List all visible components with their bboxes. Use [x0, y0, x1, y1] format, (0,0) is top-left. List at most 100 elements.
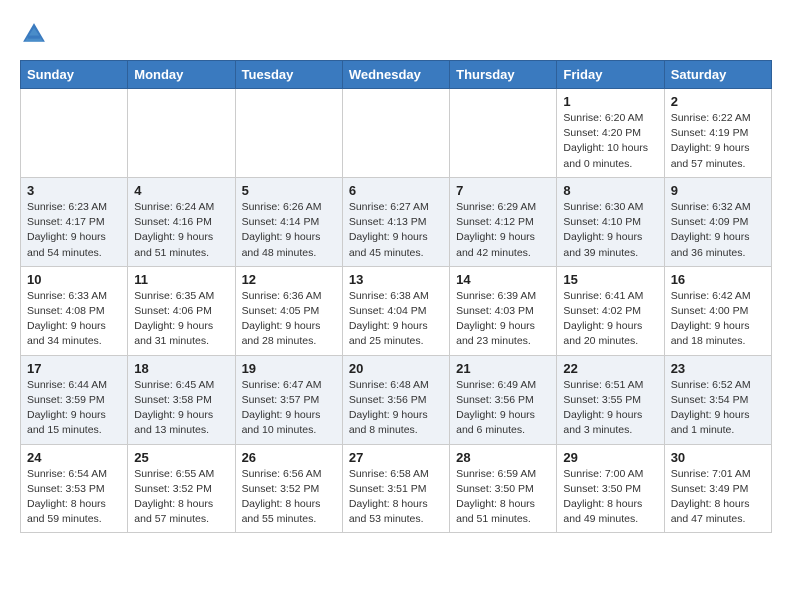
calendar-cell: 3 Sunrise: 6:23 AM Sunset: 4:17 PM Daylig…: [21, 177, 128, 266]
day-number: 4: [134, 183, 228, 198]
day-number: 22: [563, 361, 657, 376]
calendar-cell: [21, 89, 128, 178]
day-info: Sunrise: 6:41 AM Sunset: 4:02 PM Dayligh…: [563, 289, 657, 350]
calendar-cell: 23 Sunrise: 6:52 AM Sunset: 3:54 PM Dayli…: [664, 355, 771, 444]
day-info: Sunrise: 6:27 AM Sunset: 4:13 PM Dayligh…: [349, 200, 443, 261]
calendar-cell: [128, 89, 235, 178]
day-info: Sunrise: 6:44 AM Sunset: 3:59 PM Dayligh…: [27, 378, 121, 439]
day-number: 2: [671, 94, 765, 109]
day-info: Sunrise: 6:58 AM Sunset: 3:51 PM Dayligh…: [349, 467, 443, 528]
calendar-cell: 29Sunrise: 7:00 AM Sunset: 3:50 PM Dayli…: [557, 444, 664, 533]
day-number: 21: [456, 361, 550, 376]
day-number: 10: [27, 272, 121, 287]
week-row-4: 24 Sunrise: 6:54 AM Sunset: 3:53 PM Dayli…: [21, 444, 772, 533]
calendar-cell: 30 Sunrise: 7:01 AM Sunset: 3:49 PM Dayli…: [664, 444, 771, 533]
day-info: Sunrise: 6:49 AM Sunset: 3:56 PM Dayligh…: [456, 378, 550, 439]
day-info: Sunrise: 6:22 AM Sunset: 4:19 PM Dayligh…: [671, 111, 765, 172]
day-info: Sunrise: 7:01 AM Sunset: 3:49 PM Dayligh…: [671, 467, 765, 528]
day-number: 15: [563, 272, 657, 287]
calendar: SundayMondayTuesdayWednesdayThursdayFrid…: [20, 60, 772, 533]
day-info: Sunrise: 6:33 AM Sunset: 4:08 PM Dayligh…: [27, 289, 121, 350]
calendar-cell: 6 Sunrise: 6:27 AM Sunset: 4:13 PM Daylig…: [342, 177, 449, 266]
calendar-header-row: SundayMondayTuesdayWednesdayThursdayFrid…: [21, 61, 772, 89]
calendar-cell: [450, 89, 557, 178]
page: SundayMondayTuesdayWednesdayThursdayFrid…: [0, 0, 792, 549]
day-number: 13: [349, 272, 443, 287]
day-number: 19: [242, 361, 336, 376]
calendar-cell: 13 Sunrise: 6:38 AM Sunset: 4:04 PM Dayli…: [342, 266, 449, 355]
week-row-0: 1 Sunrise: 6:20 AM Sunset: 4:20 PM Daylig…: [21, 89, 772, 178]
day-info: Sunrise: 6:52 AM Sunset: 3:54 PM Dayligh…: [671, 378, 765, 439]
day-number: 3: [27, 183, 121, 198]
calendar-cell: 14Sunrise: 6:39 AM Sunset: 4:03 PM Dayli…: [450, 266, 557, 355]
header: [20, 16, 772, 48]
calendar-cell: 7Sunrise: 6:29 AM Sunset: 4:12 PM Daylig…: [450, 177, 557, 266]
calendar-cell: 2 Sunrise: 6:22 AM Sunset: 4:19 PM Daylig…: [664, 89, 771, 178]
calendar-cell: 22Sunrise: 6:51 AM Sunset: 3:55 PM Dayli…: [557, 355, 664, 444]
week-row-2: 10 Sunrise: 6:33 AM Sunset: 4:08 PM Dayli…: [21, 266, 772, 355]
day-number: 6: [349, 183, 443, 198]
day-number: 20: [349, 361, 443, 376]
calendar-cell: 12 Sunrise: 6:36 AM Sunset: 4:05 PM Dayli…: [235, 266, 342, 355]
day-number: 25: [134, 450, 228, 465]
day-info: Sunrise: 6:35 AM Sunset: 4:06 PM Dayligh…: [134, 289, 228, 350]
day-info: Sunrise: 6:54 AM Sunset: 3:53 PM Dayligh…: [27, 467, 121, 528]
day-info: Sunrise: 6:36 AM Sunset: 4:05 PM Dayligh…: [242, 289, 336, 350]
week-row-3: 17 Sunrise: 6:44 AM Sunset: 3:59 PM Dayli…: [21, 355, 772, 444]
day-number: 23: [671, 361, 765, 376]
day-info: Sunrise: 6:32 AM Sunset: 4:09 PM Dayligh…: [671, 200, 765, 261]
day-number: 28: [456, 450, 550, 465]
day-info: Sunrise: 6:42 AM Sunset: 4:00 PM Dayligh…: [671, 289, 765, 350]
week-row-1: 3 Sunrise: 6:23 AM Sunset: 4:17 PM Daylig…: [21, 177, 772, 266]
calendar-cell: 28 Sunrise: 6:59 AM Sunset: 3:50 PM Dayli…: [450, 444, 557, 533]
day-number: 30: [671, 450, 765, 465]
calendar-cell: 25Sunrise: 6:55 AM Sunset: 3:52 PM Dayli…: [128, 444, 235, 533]
day-info: Sunrise: 6:47 AM Sunset: 3:57 PM Dayligh…: [242, 378, 336, 439]
day-number: 9: [671, 183, 765, 198]
calendar-cell: 11Sunrise: 6:35 AM Sunset: 4:06 PM Dayli…: [128, 266, 235, 355]
day-info: Sunrise: 6:29 AM Sunset: 4:12 PM Dayligh…: [456, 200, 550, 261]
day-header-wednesday: Wednesday: [342, 61, 449, 89]
calendar-cell: 8Sunrise: 6:30 AM Sunset: 4:10 PM Daylig…: [557, 177, 664, 266]
day-info: Sunrise: 6:38 AM Sunset: 4:04 PM Dayligh…: [349, 289, 443, 350]
day-number: 16: [671, 272, 765, 287]
calendar-cell: 17 Sunrise: 6:44 AM Sunset: 3:59 PM Dayli…: [21, 355, 128, 444]
day-header-saturday: Saturday: [664, 61, 771, 89]
calendar-cell: 9 Sunrise: 6:32 AM Sunset: 4:09 PM Daylig…: [664, 177, 771, 266]
day-number: 12: [242, 272, 336, 287]
day-info: Sunrise: 6:59 AM Sunset: 3:50 PM Dayligh…: [456, 467, 550, 528]
day-header-sunday: Sunday: [21, 61, 128, 89]
day-header-monday: Monday: [128, 61, 235, 89]
calendar-cell: 4 Sunrise: 6:24 AM Sunset: 4:16 PM Daylig…: [128, 177, 235, 266]
day-info: Sunrise: 6:20 AM Sunset: 4:20 PM Dayligh…: [563, 111, 657, 172]
day-info: Sunrise: 6:23 AM Sunset: 4:17 PM Dayligh…: [27, 200, 121, 261]
day-number: 24: [27, 450, 121, 465]
day-info: Sunrise: 6:56 AM Sunset: 3:52 PM Dayligh…: [242, 467, 336, 528]
calendar-cell: 27 Sunrise: 6:58 AM Sunset: 3:51 PM Dayli…: [342, 444, 449, 533]
calendar-cell: 5Sunrise: 6:26 AM Sunset: 4:14 PM Daylig…: [235, 177, 342, 266]
day-info: Sunrise: 6:30 AM Sunset: 4:10 PM Dayligh…: [563, 200, 657, 261]
day-number: 5: [242, 183, 336, 198]
logo-icon: [20, 20, 48, 48]
calendar-cell: 26Sunrise: 6:56 AM Sunset: 3:52 PM Dayli…: [235, 444, 342, 533]
calendar-cell: [342, 89, 449, 178]
day-number: 17: [27, 361, 121, 376]
day-header-tuesday: Tuesday: [235, 61, 342, 89]
day-info: Sunrise: 6:45 AM Sunset: 3:58 PM Dayligh…: [134, 378, 228, 439]
day-info: Sunrise: 6:24 AM Sunset: 4:16 PM Dayligh…: [134, 200, 228, 261]
day-info: Sunrise: 7:00 AM Sunset: 3:50 PM Dayligh…: [563, 467, 657, 528]
calendar-cell: 19 Sunrise: 6:47 AM Sunset: 3:57 PM Dayli…: [235, 355, 342, 444]
day-header-friday: Friday: [557, 61, 664, 89]
day-number: 27: [349, 450, 443, 465]
calendar-cell: 15 Sunrise: 6:41 AM Sunset: 4:02 PM Dayli…: [557, 266, 664, 355]
day-info: Sunrise: 6:48 AM Sunset: 3:56 PM Dayligh…: [349, 378, 443, 439]
calendar-cell: 24 Sunrise: 6:54 AM Sunset: 3:53 PM Dayli…: [21, 444, 128, 533]
calendar-cell: 16 Sunrise: 6:42 AM Sunset: 4:00 PM Dayli…: [664, 266, 771, 355]
day-number: 1: [563, 94, 657, 109]
calendar-cell: [235, 89, 342, 178]
day-header-thursday: Thursday: [450, 61, 557, 89]
calendar-cell: 1 Sunrise: 6:20 AM Sunset: 4:20 PM Daylig…: [557, 89, 664, 178]
day-number: 14: [456, 272, 550, 287]
calendar-cell: 18 Sunrise: 6:45 AM Sunset: 3:58 PM Dayli…: [128, 355, 235, 444]
day-number: 18: [134, 361, 228, 376]
